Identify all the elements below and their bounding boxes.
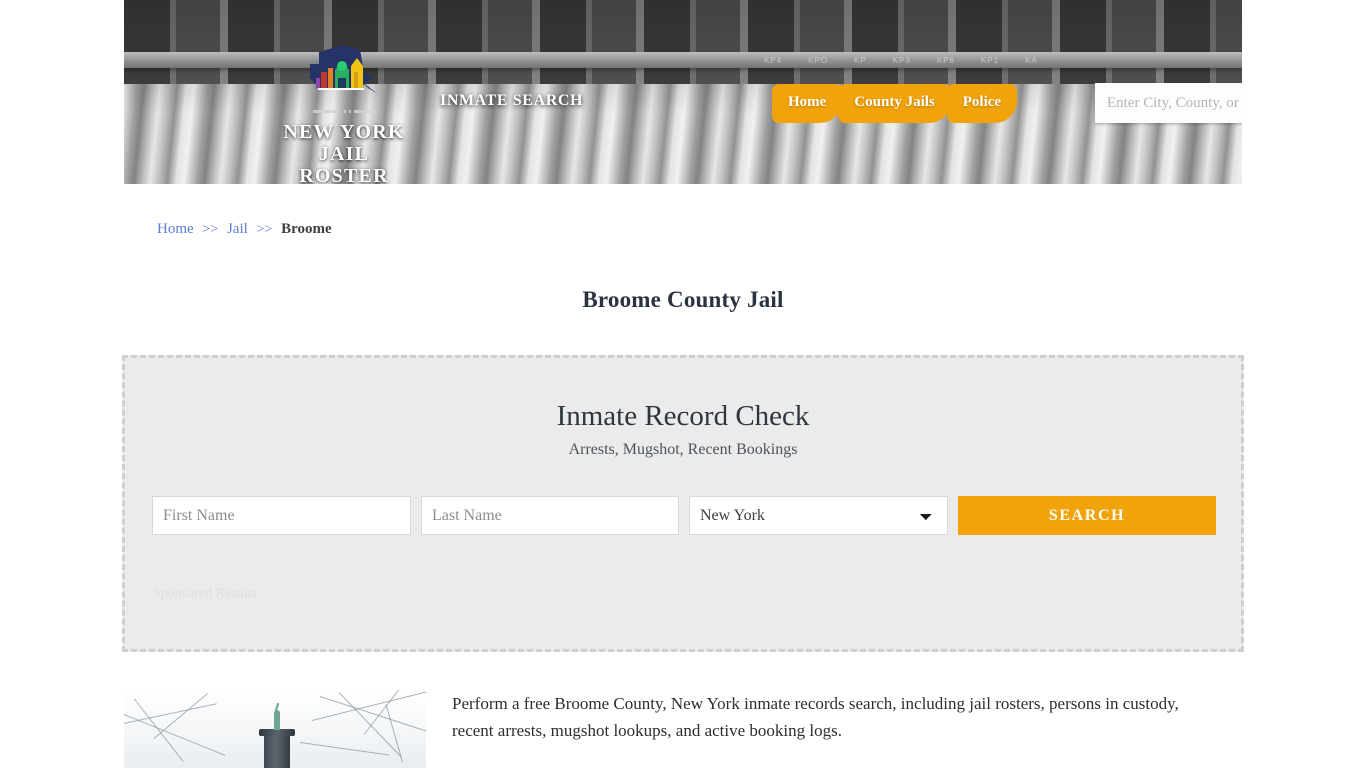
monument-tower bbox=[259, 729, 295, 768]
state-select[interactable]: New York bbox=[689, 496, 948, 535]
breadcrumb-separator: >> bbox=[256, 222, 273, 237]
main-navigation: Home County Jails Police bbox=[772, 84, 1018, 123]
logo-divider bbox=[313, 110, 375, 113]
sponsored-results-label: Sponsored Results bbox=[153, 586, 257, 601]
site-logo[interactable]: NEW YORK JAIL ROSTER bbox=[279, 42, 409, 184]
first-name-input[interactable] bbox=[152, 496, 411, 535]
breadcrumb-link-jail[interactable]: Jail bbox=[227, 221, 248, 237]
inmate-record-check-widget: Inmate Record Check Arrests, Mugshot, Re… bbox=[122, 355, 1244, 652]
nav-tab-police[interactable]: Police bbox=[946, 84, 1018, 123]
page-root: KP4 KPO KP KP3 KP6 KP1 KA NEW YORK JAIL … bbox=[0, 0, 1366, 768]
widget-title: Inmate Record Check bbox=[556, 400, 810, 432]
header-search-bar bbox=[1095, 83, 1242, 123]
breadcrumb-separator: >> bbox=[202, 222, 219, 237]
last-name-input[interactable] bbox=[421, 496, 679, 535]
inmate-search-form: New York SEARCH bbox=[152, 496, 1216, 535]
intro-paragraph: Perform a free Broome County, New York i… bbox=[452, 694, 1179, 740]
page-title: Broome County Jail bbox=[582, 287, 784, 313]
breadcrumb: Home >> Jail >> Broome bbox=[157, 221, 332, 238]
breadcrumb-link-home[interactable]: Home bbox=[157, 221, 194, 237]
nav-tab-home[interactable]: Home bbox=[772, 84, 843, 123]
statue-figure bbox=[274, 710, 280, 730]
county-photo bbox=[124, 690, 426, 768]
breadcrumb-current: Broome bbox=[281, 221, 332, 237]
site-header: KP4 KPO KP KP3 KP6 KP1 KA NEW YORK JAIL … bbox=[124, 0, 1242, 184]
header-tagline: INMATE SEARCH bbox=[440, 92, 584, 109]
header-search-input[interactable] bbox=[1095, 83, 1242, 123]
widget-subtitle: Arrests, Mugshot, Recent Bookings bbox=[568, 441, 798, 458]
logo-line-1: NEW YORK bbox=[283, 121, 405, 143]
new-york-state-outline-icon bbox=[310, 45, 378, 94]
content-body: Perform a free Broome County, New York i… bbox=[452, 690, 1212, 768]
inmate-search-button[interactable]: SEARCH bbox=[958, 496, 1216, 535]
logo-line-2: JAIL ROSTER bbox=[299, 143, 389, 184]
nav-tab-county-jails[interactable]: County Jails bbox=[838, 84, 951, 123]
